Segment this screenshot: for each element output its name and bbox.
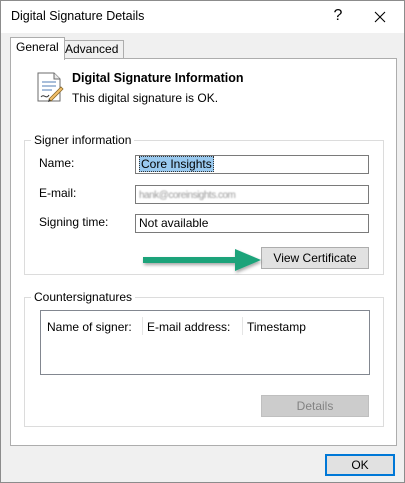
column-header-email[interactable]: E-mail address: [147, 320, 230, 334]
signature-info-title: Digital Signature Information [72, 71, 244, 85]
email-label: E-mail: [39, 186, 77, 200]
column-header-timestamp[interactable]: Timestamp [247, 320, 306, 334]
tab-general[interactable]: General [10, 37, 65, 60]
countersignatures-legend: Countersignatures [31, 290, 136, 304]
close-icon [374, 11, 386, 23]
name-value: Core Insights [139, 156, 214, 172]
annotation-arrow-icon [143, 249, 261, 271]
signing-time-label: Signing time: [39, 215, 109, 229]
signing-time-field[interactable]: Not available [135, 214, 369, 233]
window-title: Digital Signature Details [11, 9, 145, 23]
details-button[interactable]: Details [261, 395, 369, 417]
signer-group-legend: Signer information [31, 133, 135, 147]
ok-button[interactable]: OK [325, 454, 395, 476]
email-value: hank@coreinsights.com [139, 190, 236, 201]
name-label: Name: [39, 156, 75, 170]
view-certificate-button[interactable]: View Certificate [261, 247, 369, 269]
close-button[interactable] [365, 4, 395, 28]
signature-status-text: This digital signature is OK. [72, 91, 219, 105]
signed-document-icon [37, 72, 64, 102]
signature-details-dialog: Digital Signature Details ? General Adva… [0, 0, 405, 483]
column-header-name[interactable]: Name of signer: [47, 320, 132, 334]
name-field[interactable]: Core Insights [135, 155, 369, 174]
email-field[interactable]: hank@coreinsights.com [135, 185, 369, 204]
countersignatures-list[interactable]: Name of signer: E-mail address: Timestam… [40, 310, 370, 375]
column-divider [142, 317, 143, 335]
column-divider [242, 317, 243, 335]
signing-time-value: Not available [139, 216, 209, 230]
help-button[interactable]: ? [327, 4, 349, 28]
tab-advanced[interactable]: Advanced [59, 40, 125, 59]
title-bar: Digital Signature Details ? [1, 1, 404, 33]
